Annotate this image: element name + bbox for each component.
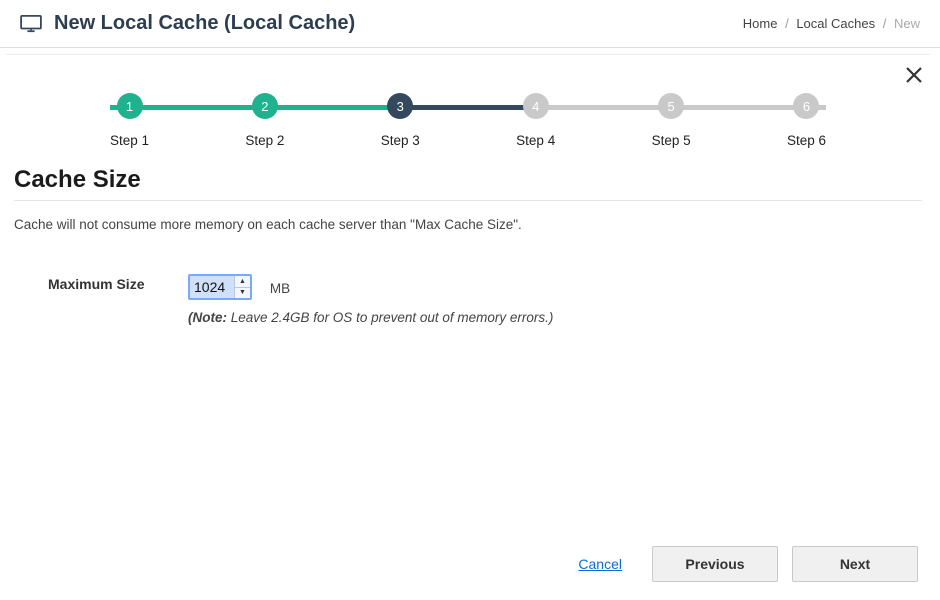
cancel-link[interactable]: Cancel: [578, 556, 622, 572]
step-label: Step 5: [652, 133, 691, 148]
max-size-row: Maximum Size ▲ ▼ MB (Note: Leave 2.4GB f…: [14, 274, 922, 325]
breadcrumb: Home / Local Caches / New: [743, 16, 920, 31]
page-header: New Local Cache (Local Cache) Home / Loc…: [0, 0, 940, 48]
step-label: Step 6: [787, 133, 826, 148]
wizard-panel: 1 Step 1 2 Step 2 3 Step 3 4 Step 4 5 St…: [6, 54, 930, 594]
spinner-down-icon[interactable]: ▼: [235, 288, 250, 299]
max-size-spinner: ▲ ▼: [234, 276, 250, 298]
header-left: New Local Cache (Local Cache): [20, 12, 355, 35]
next-button[interactable]: Next: [792, 546, 918, 582]
close-icon[interactable]: [902, 63, 926, 87]
max-size-control: ▲ ▼ MB (Note: Leave 2.4GB for OS to prev…: [188, 274, 553, 325]
max-size-note: (Note: Leave 2.4GB for OS to prevent out…: [188, 310, 553, 325]
step-node-3[interactable]: 3 Step 3: [381, 93, 420, 148]
section-description: Cache will not consume more memory on ea…: [14, 217, 922, 232]
breadcrumb-sep: /: [883, 16, 887, 31]
step-node-2[interactable]: 2 Step 2: [245, 93, 284, 148]
step-circle: 6: [793, 93, 819, 119]
stepper-nodes: 1 Step 1 2 Step 2 3 Step 3 4 Step 4 5 St…: [110, 93, 826, 148]
breadcrumb-home[interactable]: Home: [743, 16, 778, 31]
note-text: Leave 2.4GB for OS to prevent out of mem…: [227, 310, 553, 325]
step-label: Step 3: [381, 133, 420, 148]
page-title: New Local Cache (Local Cache): [54, 12, 355, 35]
step-node-6[interactable]: 6 Step 6: [787, 93, 826, 148]
step-label: Step 4: [516, 133, 555, 148]
wizard-footer: Cancel Previous Next: [578, 546, 918, 582]
step-node-5[interactable]: 5 Step 5: [652, 93, 691, 148]
breadcrumb-current: New: [894, 16, 920, 31]
monitor-icon: [20, 15, 42, 33]
step-circle: 5: [658, 93, 684, 119]
breadcrumb-parent[interactable]: Local Caches: [796, 16, 875, 31]
section-title: Cache Size: [14, 166, 922, 194]
step-node-1[interactable]: 1 Step 1: [110, 93, 149, 148]
step-circle: 2: [252, 93, 278, 119]
stepper: 1 Step 1 2 Step 2 3 Step 3 4 Step 4 5 St…: [110, 93, 826, 148]
step-label: Step 1: [110, 133, 149, 148]
previous-button[interactable]: Previous: [652, 546, 778, 582]
max-size-input-wrap: ▲ ▼: [188, 274, 252, 300]
step-circle: 3: [387, 93, 413, 119]
step-label: Step 2: [245, 133, 284, 148]
max-size-input[interactable]: [190, 276, 234, 298]
unit-label: MB: [270, 281, 290, 296]
step-circle: 1: [117, 93, 143, 119]
breadcrumb-sep: /: [785, 16, 789, 31]
max-size-label: Maximum Size: [48, 274, 188, 292]
note-prefix: (Note:: [188, 310, 227, 325]
step-circle: 4: [523, 93, 549, 119]
spinner-up-icon[interactable]: ▲: [235, 276, 250, 288]
section-divider: [14, 200, 922, 201]
step-node-4[interactable]: 4 Step 4: [516, 93, 555, 148]
